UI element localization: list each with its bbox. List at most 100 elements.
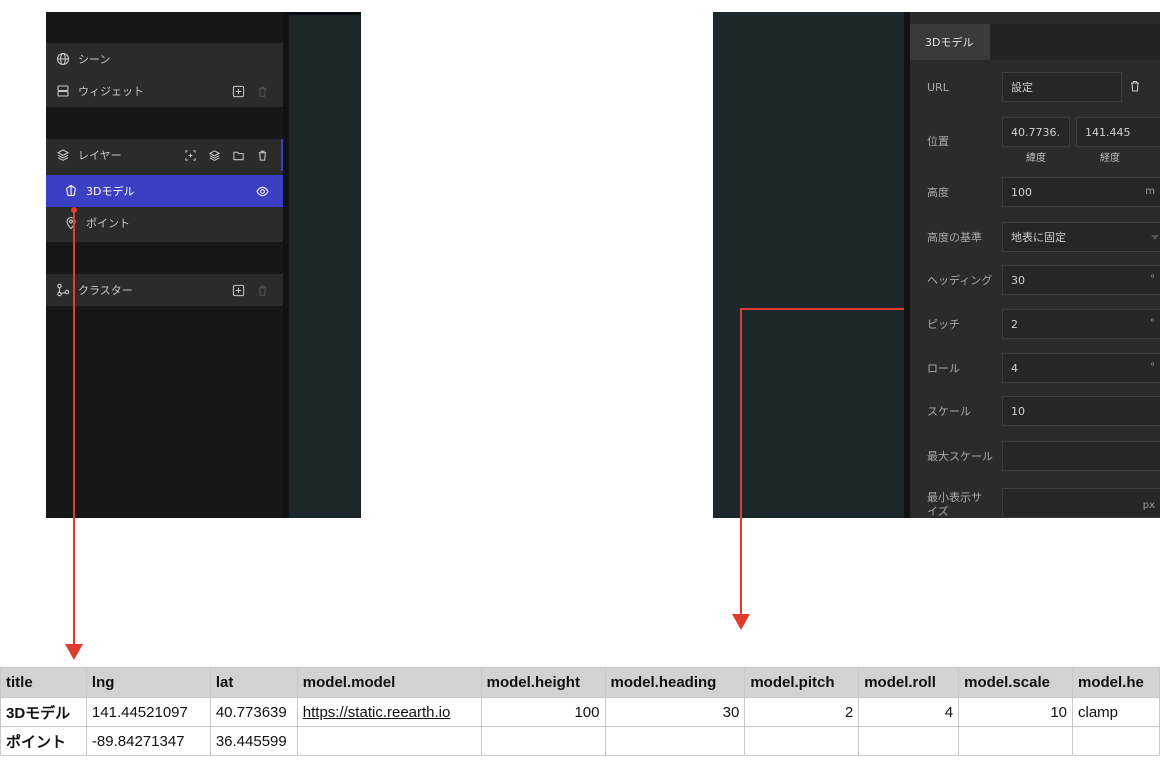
scale-label: スケール: [927, 405, 971, 418]
table-cell[interactable]: -89.84271347: [85, 726, 211, 756]
pitch-value: 2: [1011, 317, 1018, 331]
heading-value: 30: [1011, 273, 1025, 287]
column-header: model.model: [296, 667, 482, 698]
roll-unit: °: [1150, 362, 1155, 373]
longitude-field[interactable]: 141.445: [1076, 117, 1160, 147]
table-cell[interactable]: [296, 726, 482, 756]
min-size-field[interactable]: px: [1002, 488, 1160, 518]
sidebar-item-label: ウィジェット: [78, 85, 144, 98]
table-cell[interactable]: 10: [958, 697, 1073, 727]
height-label: 高度: [927, 186, 949, 199]
table-cell[interactable]: 30: [604, 697, 746, 727]
roll-label: ロール: [927, 362, 960, 375]
table-cell[interactable]: 141.44521097: [85, 697, 211, 727]
height-reference-select[interactable]: 地表に固定: [1002, 222, 1160, 252]
column-header: model.scale: [958, 667, 1073, 698]
sidebar-item-scene[interactable]: シーン: [46, 43, 283, 75]
pitch-field[interactable]: 2 °: [1002, 309, 1160, 339]
table-cell[interactable]: [604, 726, 746, 756]
position-label: 位置: [927, 135, 949, 148]
max-scale-label: 最大スケール: [927, 450, 993, 463]
trash-icon[interactable]: [1128, 78, 1142, 92]
table-cell-link[interactable]: https://static.reearth.io: [296, 697, 482, 727]
map-viewport[interactable]: [289, 12, 361, 518]
trash-icon[interactable]: [255, 148, 269, 162]
add-icon[interactable]: [231, 84, 245, 98]
scene-widget-group: シーン ウィジェット: [46, 43, 283, 107]
scale-field[interactable]: 10: [1002, 396, 1160, 426]
height-reference-value: 地表に固定: [1011, 231, 1066, 244]
layer-item-point[interactable]: ポイント: [46, 207, 283, 239]
roll-value: 4: [1011, 361, 1018, 375]
layer-panel-screenshot: シーン ウィジェット レイヤー 3Dモデル ポイント クラスター: [46, 12, 361, 518]
trash-icon[interactable]: [255, 84, 269, 98]
cluster-group: クラスター: [46, 274, 283, 306]
sidebar-item-label: シーン: [78, 53, 111, 66]
arrow-left-head: [65, 644, 83, 660]
add-layer-icon[interactable]: [183, 148, 197, 162]
heading-label: ヘッディング: [927, 274, 993, 287]
roll-field[interactable]: 4 °: [1002, 353, 1160, 383]
add-icon[interactable]: [231, 283, 245, 297]
table-cell[interactable]: clamp: [1072, 697, 1160, 727]
globe-icon: [56, 52, 70, 66]
table-cell[interactable]: [958, 726, 1073, 756]
model-icon: [64, 184, 78, 198]
sidebar-item-label: レイヤー: [78, 149, 122, 162]
sidebar-item-widget[interactable]: ウィジェット: [46, 75, 283, 107]
table-cell[interactable]: 2: [744, 697, 860, 727]
layer-group: レイヤー 3Dモデル ポイント: [46, 139, 283, 242]
latitude-field[interactable]: 40.7736.: [1002, 117, 1070, 147]
table-cell[interactable]: 4: [858, 697, 960, 727]
tab-3d-model[interactable]: 3Dモデル: [910, 24, 990, 60]
location-pin-icon: [64, 216, 78, 230]
arrow-right-line-h: [740, 308, 904, 310]
widget-icon: [56, 84, 70, 98]
table-cell[interactable]: [1072, 726, 1160, 756]
table-cell[interactable]: 100: [480, 697, 606, 727]
arrow-right-line-v: [740, 308, 742, 618]
pitch-unit: °: [1150, 318, 1155, 329]
max-scale-field[interactable]: [1002, 441, 1160, 471]
scale-value: 10: [1011, 404, 1025, 418]
arrow-left-line: [73, 210, 75, 650]
table-cell[interactable]: [858, 726, 960, 756]
trash-icon[interactable]: [255, 283, 269, 297]
eye-icon[interactable]: [255, 184, 269, 198]
layer-item-label: 3Dモデル: [86, 185, 135, 198]
outline-sidebar: シーン ウィジェット レイヤー 3Dモデル ポイント クラスター: [46, 12, 283, 518]
table-row: 3Dモデル 141.44521097 40.773639 https://sta…: [0, 697, 1160, 727]
sidebar-item-layer[interactable]: レイヤー: [46, 139, 283, 171]
url-label: URL: [927, 81, 949, 94]
column-header: model.roll: [858, 667, 960, 698]
table-cell[interactable]: 3Dモデル: [0, 697, 87, 727]
arrow-right-head: [732, 614, 750, 630]
table-cell[interactable]: ポイント: [0, 726, 87, 756]
column-header: lng: [85, 667, 211, 698]
table-cell[interactable]: [480, 726, 606, 756]
sidebar-item-cluster[interactable]: クラスター: [46, 274, 283, 306]
column-header: title: [0, 667, 87, 698]
latitude-caption: 緯度: [1026, 153, 1046, 164]
property-panel-screenshot: 3Dモデル URL 設定 位置 40.7736. 141.445 緯度 経度 高…: [713, 12, 1160, 518]
layer-item-label: ポイント: [86, 217, 130, 230]
height-field[interactable]: 100 m: [1002, 177, 1160, 207]
sidebar-item-label: クラスター: [78, 284, 133, 297]
longitude-value: 141.445: [1085, 125, 1131, 139]
pitch-label: ピッチ: [927, 318, 960, 331]
longitude-caption: 経度: [1100, 153, 1120, 164]
folder-icon[interactable]: [231, 148, 245, 162]
column-header: model.he: [1072, 667, 1160, 698]
latitude-value: 40.7736.: [1011, 125, 1060, 139]
cluster-icon: [56, 283, 70, 297]
heading-field[interactable]: 30 °: [1002, 265, 1160, 295]
layers-stack-icon[interactable]: [207, 148, 221, 162]
url-field[interactable]: 設定: [1002, 72, 1122, 102]
column-header: lat: [209, 667, 298, 698]
table-cell[interactable]: [744, 726, 860, 756]
column-header: model.heading: [604, 667, 746, 698]
layer-item-3d-model[interactable]: 3Dモデル: [46, 175, 283, 207]
table-cell[interactable]: 36.445599: [209, 726, 298, 756]
height-unit: m: [1145, 186, 1155, 197]
table-cell[interactable]: 40.773639: [209, 697, 298, 727]
